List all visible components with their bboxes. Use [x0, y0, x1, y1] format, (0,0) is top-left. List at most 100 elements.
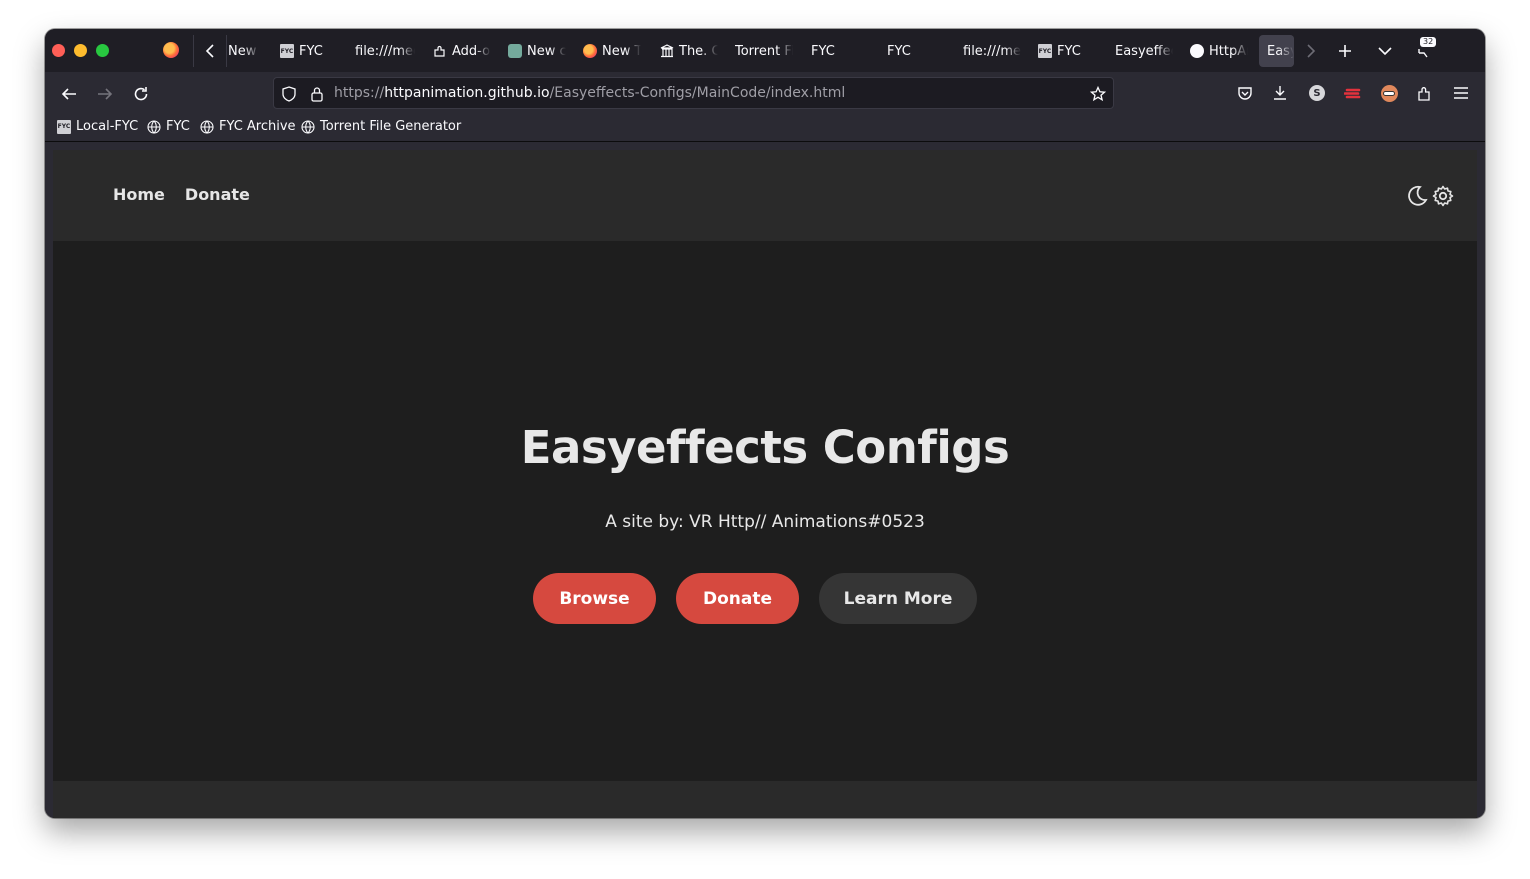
- fyc-icon: FYC: [57, 119, 71, 134]
- app-menu-button[interactable]: [1450, 82, 1472, 104]
- extension-mask-button[interactable]: [1378, 82, 1400, 104]
- extension-red-button[interactable]: [1342, 82, 1364, 104]
- tab-title: FYC: [299, 43, 323, 59]
- browse-button[interactable]: Browse: [533, 573, 656, 624]
- url-bar[interactable]: https://httpanimation.github.io/Easyeffe…: [273, 77, 1114, 109]
- tab-list: New Tab FYC FYC file:///media Add-ons Ne…: [228, 35, 1294, 67]
- tab[interactable]: FYC: [811, 35, 869, 67]
- chatgpt-icon: [508, 44, 522, 58]
- settings-button[interactable]: [1431, 184, 1455, 208]
- nav-toolbar: https://httpanimation.github.io/Easyeffe…: [45, 72, 1485, 114]
- bookmark-label: FYC Archive: [219, 119, 296, 134]
- tab[interactable]: FYC FYC: [280, 35, 340, 67]
- globe-icon: [200, 119, 214, 134]
- nav-home-link[interactable]: Home: [113, 185, 165, 204]
- scroll-tabs-right-button[interactable]: [1294, 35, 1328, 67]
- url-path: /Easyeffects-Configs/MainCode/index.html: [549, 85, 846, 101]
- tab[interactable]: New Tab: [583, 35, 641, 67]
- site-header: Home Donate: [53, 150, 1477, 241]
- url-host: httpanimation.github.io: [384, 85, 550, 101]
- forward-button[interactable]: [91, 80, 119, 108]
- pocket-icon: [1238, 87, 1252, 100]
- moon-icon: [1408, 185, 1428, 206]
- tab[interactable]: Easyeffects: [1115, 35, 1173, 67]
- tab[interactable]: Torrent File: [735, 35, 793, 67]
- shield-icon[interactable]: [280, 85, 298, 103]
- arrow-right-icon: [98, 88, 113, 100]
- tab-active[interactable]: Easy: [1259, 35, 1294, 67]
- learn-more-button[interactable]: Learn More: [819, 573, 977, 624]
- site-footer: [53, 781, 1477, 818]
- tab[interactable]: FYC: [887, 35, 945, 67]
- extension-s-button[interactable]: S: [1306, 82, 1328, 104]
- github-icon: [1190, 44, 1204, 58]
- bookmark-label: Torrent File Generator: [320, 119, 462, 134]
- bookmark-torrent-file-generator[interactable]: Torrent File Generator: [301, 119, 461, 134]
- firefox-icon: [583, 44, 597, 58]
- tab[interactable]: file:///media: [963, 35, 1021, 67]
- tab[interactable]: file:///media: [355, 35, 415, 67]
- close-window-button[interactable]: [52, 44, 65, 57]
- extension-mask-icon: [1380, 84, 1398, 102]
- browser-window: New Tab FYC FYC file:///media Add-ons Ne…: [45, 29, 1485, 818]
- downloads-button[interactable]: [1269, 82, 1291, 104]
- nav-donate-link[interactable]: Donate: [185, 185, 250, 204]
- tab-title: FYC: [811, 43, 835, 59]
- back-button[interactable]: [55, 80, 83, 108]
- extensions-button[interactable]: [1414, 82, 1436, 104]
- tab-title: FYC: [887, 43, 911, 59]
- bookmarks-toolbar: FYC Local-FYC FYC FYC Archive Torrent Fi…: [45, 114, 1485, 142]
- tab[interactable]: FYC FYC: [1038, 35, 1098, 67]
- url-scheme: https://: [334, 85, 385, 101]
- tab[interactable]: The. C: [660, 35, 718, 67]
- tab-strip: New Tab FYC FYC file:///media Add-ons Ne…: [45, 29, 1485, 72]
- website: Home Donate Easyeffects Configs A site b…: [53, 150, 1477, 818]
- tab-count-badge: 32: [1420, 37, 1437, 47]
- bookmark-fyc-archive[interactable]: FYC Archive: [200, 119, 296, 134]
- chevron-down-icon: [1378, 47, 1392, 56]
- chevron-right-icon: [1307, 44, 1316, 58]
- donate-button[interactable]: Donate: [676, 573, 799, 624]
- tab[interactable]: New chat: [508, 35, 566, 67]
- hamburger-menu-icon: [1454, 87, 1468, 99]
- page-title: Easyeffects Configs: [520, 421, 1010, 474]
- bookmark-fyc[interactable]: FYC: [147, 119, 190, 134]
- bookmark-label: Local-FYC: [76, 119, 139, 134]
- tab[interactable]: New Tab: [228, 35, 260, 67]
- dark-mode-toggle[interactable]: [1405, 184, 1429, 208]
- lock-icon[interactable]: [308, 85, 326, 103]
- maximize-window-button[interactable]: [96, 44, 109, 57]
- pocket-button[interactable]: [1234, 82, 1256, 104]
- scroll-tabs-left-button[interactable]: [193, 35, 227, 67]
- firefox-view-icon[interactable]: [163, 42, 179, 58]
- bookmark-local-fyc[interactable]: FYC Local-FYC: [57, 119, 138, 134]
- tab-title: FYC: [1057, 43, 1081, 59]
- bookmark-label: FYC: [166, 119, 190, 134]
- fyc-icon: FYC: [280, 44, 294, 58]
- bookmark-star-icon[interactable]: [1089, 85, 1107, 103]
- tab[interactable]: Add-ons: [433, 35, 491, 67]
- page-subtitle: A site by: VR Http// Animations#0523: [605, 512, 925, 532]
- list-all-tabs-button[interactable]: [1369, 35, 1401, 67]
- reload-button[interactable]: [127, 80, 155, 108]
- extension-red-icon: [1344, 88, 1361, 99]
- puzzle-icon: [1418, 87, 1430, 101]
- page-viewport: Home Donate Easyeffects Configs A site b…: [45, 142, 1485, 818]
- url-text[interactable]: https://httpanimation.github.io/Easyeffe…: [334, 85, 845, 101]
- reload-icon: [134, 87, 148, 101]
- puzzle-icon: [434, 45, 445, 57]
- plus-icon: [1339, 45, 1351, 57]
- tab[interactable]: HttpAnimation: [1190, 35, 1248, 67]
- globe-icon: [301, 119, 315, 134]
- extension-s-icon: S: [1309, 85, 1325, 101]
- gear-icon: [1432, 185, 1454, 207]
- minimize-window-button[interactable]: [74, 44, 87, 57]
- fyc-icon: FYC: [1038, 44, 1052, 58]
- download-icon: [1274, 86, 1286, 100]
- chevron-left-icon: [205, 44, 214, 58]
- site-nav: Home Donate: [113, 185, 250, 204]
- globe-icon: [147, 119, 161, 134]
- archive-icon: [660, 44, 674, 58]
- arrow-left-icon: [61, 88, 76, 100]
- new-tab-button[interactable]: [1329, 35, 1361, 67]
